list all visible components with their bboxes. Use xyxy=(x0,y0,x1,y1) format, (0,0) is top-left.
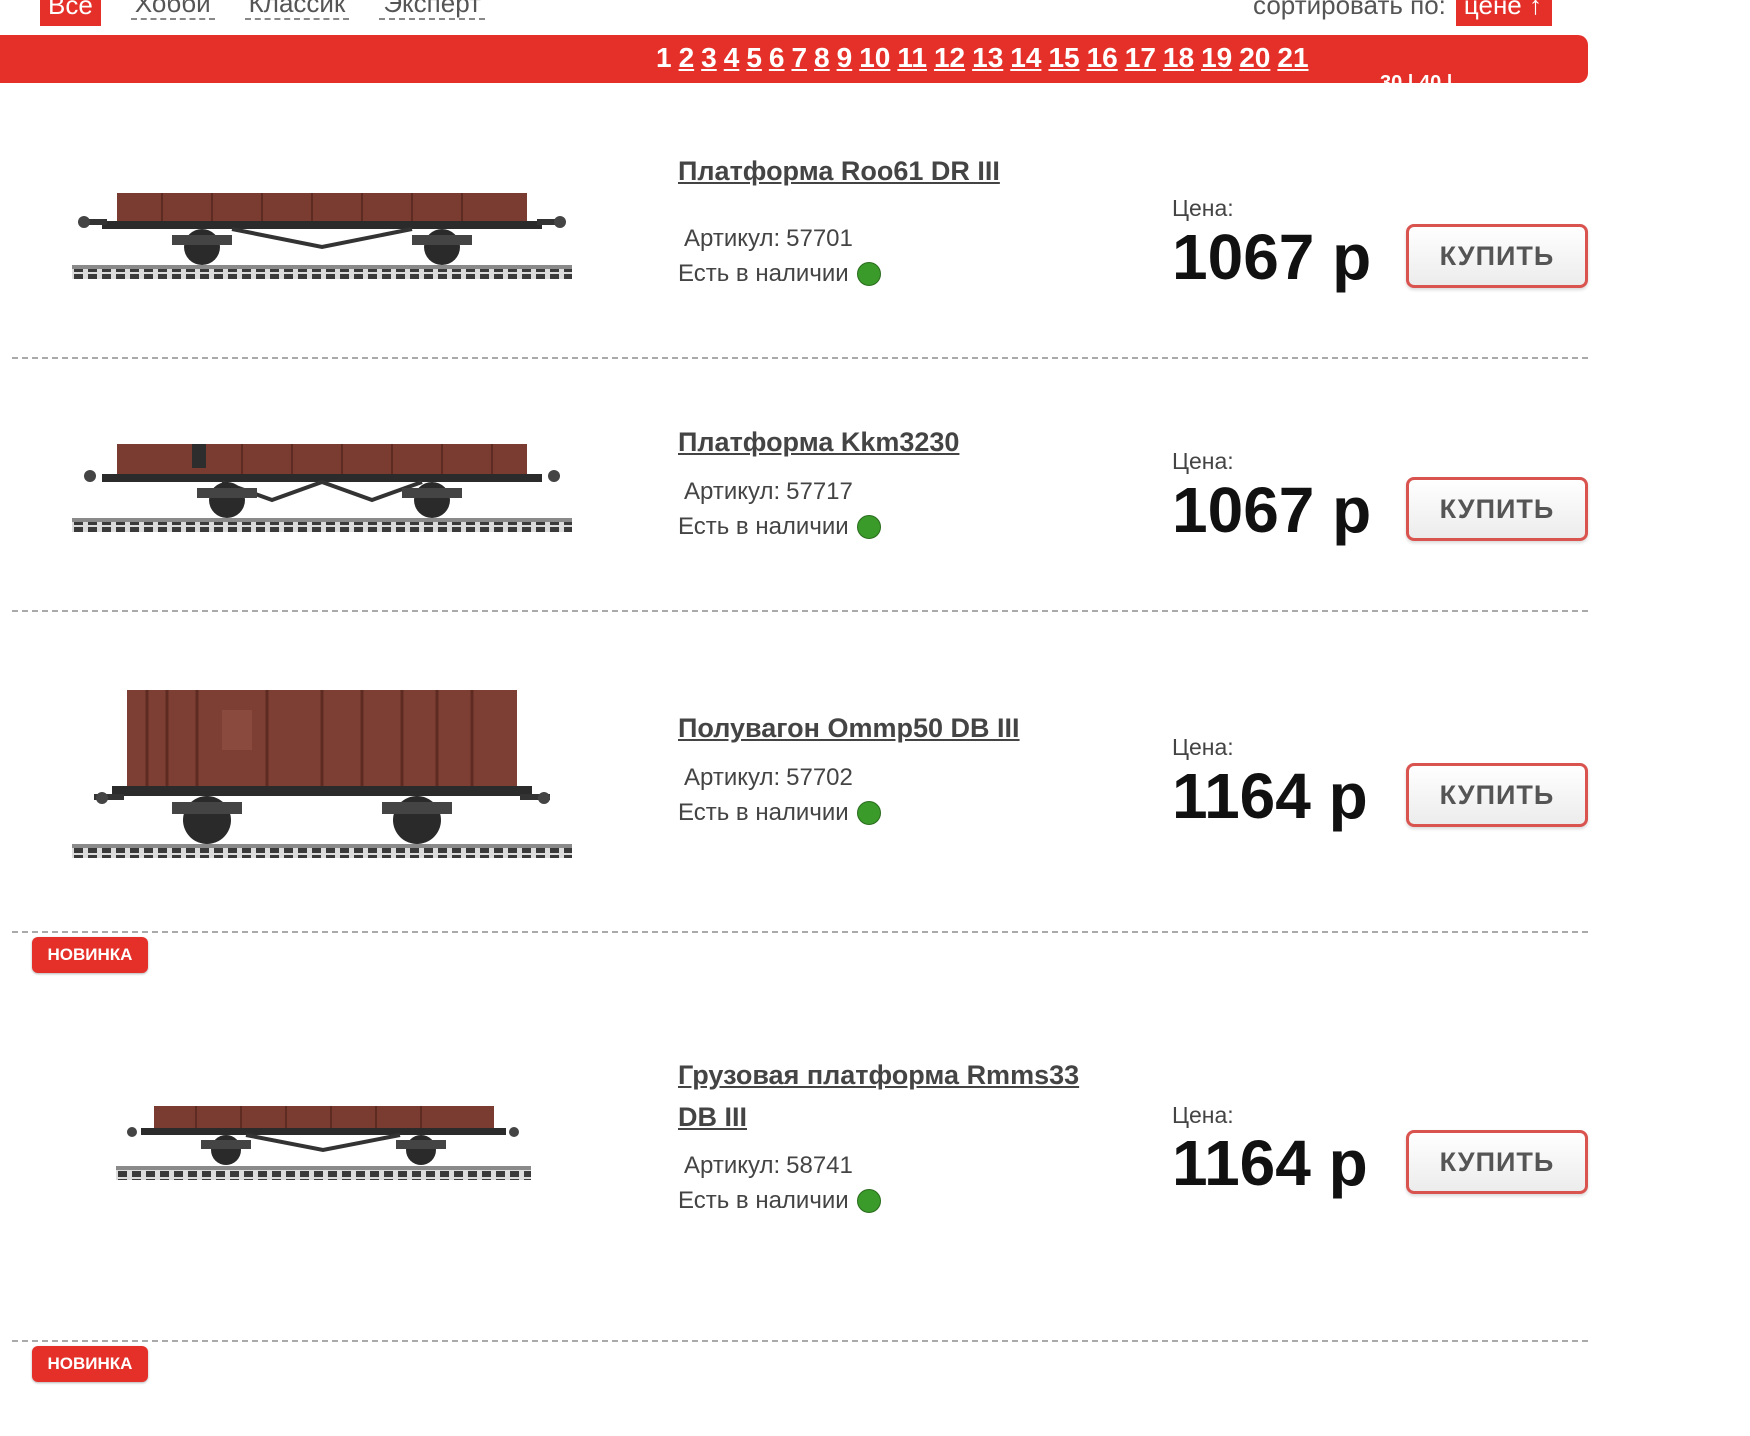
stock-status: Есть в наличии xyxy=(678,260,881,288)
page-link-9[interactable]: 9 xyxy=(837,41,853,75)
stock-status: Есть в наличии xyxy=(678,799,881,827)
sku-value: 58741 xyxy=(786,1152,853,1179)
filter-tab-classic[interactable]: Классик xyxy=(244,0,350,20)
product-price: 1067 р xyxy=(1172,221,1372,293)
product-image-flat-wagon[interactable] xyxy=(72,438,572,538)
page-links: 1 2 3 4 5 6 7 8 9 10 11 12 13 14 15 16 1… xyxy=(656,41,1309,75)
filter-tab-hobby[interactable]: Хобби xyxy=(130,0,215,20)
pagination-bar: 1 2 3 4 5 6 7 8 9 10 11 12 13 14 15 16 1… xyxy=(0,35,1588,83)
sort-by-price-button[interactable]: цене ↑ xyxy=(1455,0,1552,26)
sort-control: сортировать по: цене ↑ xyxy=(1253,0,1552,26)
page-link-1: 1 xyxy=(656,42,672,73)
stock-text: Есть в наличии xyxy=(678,799,849,826)
buy-button[interactable]: КУПИТЬ xyxy=(1406,224,1588,288)
buy-button[interactable]: КУПИТЬ xyxy=(1406,763,1588,827)
product-name-link[interactable]: Грузовая платформа Rmms33 DB III xyxy=(678,1054,1118,1138)
price-label: Цена: xyxy=(1172,448,1234,474)
page-link-12[interactable]: 12 xyxy=(934,41,965,75)
product-sku: Артикул: 57717 xyxy=(678,478,853,506)
sku-value: 57717 xyxy=(786,478,853,505)
in-stock-dot-icon xyxy=(856,262,881,286)
product-name-link[interactable]: Платформа Kkm3230 xyxy=(678,421,1118,463)
page-link-8[interactable]: 8 xyxy=(814,41,830,75)
page-link-21[interactable]: 21 xyxy=(1277,41,1308,75)
sku-value: 57702 xyxy=(786,764,853,791)
in-stock-dot-icon xyxy=(856,801,881,825)
page-link-3[interactable]: 3 xyxy=(701,41,717,75)
sku-label: Артикул: xyxy=(684,478,781,505)
stock-status: Есть в наличии xyxy=(678,513,881,541)
buy-button[interactable]: КУПИТЬ xyxy=(1406,1130,1588,1194)
page-link-20[interactable]: 20 xyxy=(1239,41,1270,75)
new-badge: НОВИНКА xyxy=(32,1346,148,1382)
product-image-gondola-wagon[interactable] xyxy=(72,686,572,866)
page-link-14[interactable]: 14 xyxy=(1010,41,1041,75)
price-label: Цена: xyxy=(1172,1102,1234,1128)
product-sku: Артикул: 57702 xyxy=(678,764,853,792)
sku-value: 57701 xyxy=(786,225,853,252)
in-stock-dot-icon xyxy=(856,515,881,539)
product-name-link[interactable]: Платформа Roo61 DR III xyxy=(678,150,1118,192)
page-link-6[interactable]: 6 xyxy=(769,41,785,75)
sku-label: Артикул: xyxy=(684,764,781,791)
filter-tab-all[interactable]: Все xyxy=(40,0,101,26)
price-label: Цена: xyxy=(1172,195,1234,221)
page-link-13[interactable]: 13 xyxy=(972,41,1003,75)
page-link-4[interactable]: 4 xyxy=(724,41,740,75)
filter-tab-expert[interactable]: Эксперт xyxy=(379,0,486,20)
product-image-flat-wagon[interactable] xyxy=(116,1098,531,1186)
filter-tabs: Все Хобби Классик Эксперт xyxy=(40,0,486,26)
product-sku: Артикул: 57701 xyxy=(678,225,853,253)
page-link-10[interactable]: 10 xyxy=(859,41,890,75)
page-link-19[interactable]: 19 xyxy=(1201,41,1232,75)
page-link-11[interactable]: 11 xyxy=(897,41,927,75)
page-link-15[interactable]: 15 xyxy=(1048,41,1079,75)
page-link-17[interactable]: 17 xyxy=(1125,41,1156,75)
product-sku: Артикул: 58741 xyxy=(678,1152,853,1180)
stock-status: Есть в наличии xyxy=(678,1187,881,1215)
buy-button[interactable]: КУПИТЬ xyxy=(1406,477,1588,541)
sku-label: Артикул: xyxy=(684,1152,781,1179)
sku-label: Артикул: xyxy=(684,225,781,252)
sort-label: сортировать по: xyxy=(1253,0,1446,20)
in-stock-dot-icon xyxy=(856,1189,881,1213)
row-divider xyxy=(12,610,1588,612)
page-link-16[interactable]: 16 xyxy=(1087,41,1118,75)
product-name-link[interactable]: Полувагон Ommp50 DB III xyxy=(678,707,1118,749)
product-price: 1067 р xyxy=(1172,474,1372,546)
stock-text: Есть в наличии xyxy=(678,513,849,540)
row-divider xyxy=(12,1340,1588,1342)
row-divider xyxy=(12,931,1588,933)
price-label: Цена: xyxy=(1172,734,1234,760)
page-link-2[interactable]: 2 xyxy=(679,41,695,75)
new-badge: НОВИНКА xyxy=(32,937,148,973)
product-price: 1164 р xyxy=(1172,1127,1368,1199)
page-link-7[interactable]: 7 xyxy=(791,41,807,75)
stock-text: Есть в наличии xyxy=(678,1187,849,1214)
stock-text: Есть в наличии xyxy=(678,260,849,287)
product-image-flat-wagon[interactable] xyxy=(72,185,572,285)
page-link-18[interactable]: 18 xyxy=(1163,41,1194,75)
per-page-options[interactable]: 30 | 40 | xyxy=(1380,73,1452,83)
row-divider xyxy=(12,357,1588,359)
product-price: 1164 р xyxy=(1172,760,1368,832)
page-link-5[interactable]: 5 xyxy=(746,41,762,75)
